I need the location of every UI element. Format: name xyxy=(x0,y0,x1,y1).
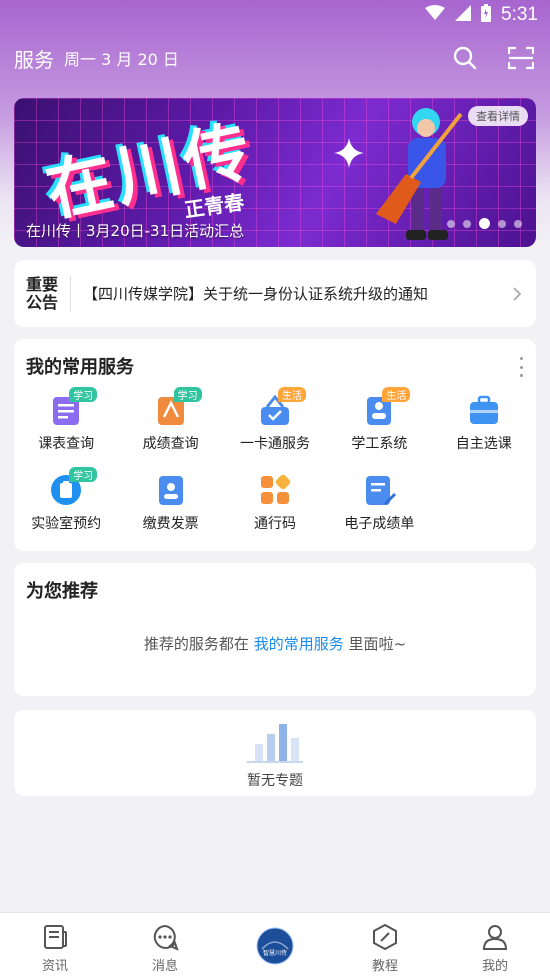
service-label: 电子成绩单 xyxy=(344,516,415,532)
announcement-text[interactable]: 【四川传媒学院】关于统一身份认证系统升级的通知 xyxy=(83,283,510,304)
sparkle-icon xyxy=(334,138,364,168)
category-badge: 学习 xyxy=(69,387,98,402)
tab-tutorial[interactable]: 教程 xyxy=(330,913,440,978)
signal-icon xyxy=(455,4,472,26)
service-label: 自主选课 xyxy=(455,436,512,452)
tab-news[interactable]: 资讯 xyxy=(0,913,110,978)
lab-booking-icon: 学习 xyxy=(49,467,98,507)
banner-caption: 在川传丨3月20日-31日活动汇总 xyxy=(26,222,245,240)
announcement-bar[interactable]: 重要 公告 【四川传媒学院】关于统一身份认证系统升级的通知 xyxy=(14,260,536,327)
category-badge: 学习 xyxy=(173,387,202,402)
service-item[interactable]: 缴费发票 xyxy=(118,467,222,547)
empty-topics-text: 暂无专题 xyxy=(247,773,303,789)
search-icon[interactable] xyxy=(450,43,480,73)
promo-banner[interactable]: 在川传 正青春 查看详情 在川传丨3月20日-31日活动汇总 xyxy=(14,98,536,247)
carousel-dot[interactable] xyxy=(447,219,455,228)
tab-label: 我的 xyxy=(481,959,508,974)
carousel-dot[interactable] xyxy=(479,218,490,229)
service-label: 实验室预约 xyxy=(31,516,102,532)
tab-profile[interactable]: 我的 xyxy=(440,913,550,978)
page-header: 服务 周一 3 月 20 日 xyxy=(14,36,536,80)
invoice-icon xyxy=(154,473,188,507)
tab-message[interactable]: 消息 xyxy=(110,913,220,978)
service-item[interactable]: 通行码 xyxy=(223,467,327,547)
course-select-icon xyxy=(467,393,501,427)
chevron-right-icon[interactable] xyxy=(510,286,524,301)
service-item[interactable]: 生活一卡通服务 xyxy=(223,387,327,467)
recommend-message-suffix: 里面啦~ xyxy=(348,635,407,653)
tab-label: 资讯 xyxy=(41,959,68,974)
announcement-tag-line1: 重要 xyxy=(26,274,59,294)
recommend-card: 为您推荐 推荐的服务都在 我的常用服务 里面啦~ xyxy=(14,563,536,696)
section-title: 我的常用服务 xyxy=(26,357,134,378)
category-badge: 生活 xyxy=(382,387,411,402)
announcement-tag-line2: 公告 xyxy=(26,292,59,312)
transcript-icon xyxy=(362,473,397,507)
app-logo-icon: 智慧川传 xyxy=(256,927,294,965)
service-item[interactable]: 自主选课 xyxy=(432,387,536,467)
service-label: 缴费发票 xyxy=(142,516,199,532)
frequent-services-card: 我的常用服务 学习 课表查询 学习 成绩查询 生活 一卡通服务 生活 学工系统 自主选课 学习 实验… xyxy=(14,339,536,551)
pass-code-icon xyxy=(258,473,292,507)
service-label: 通行码 xyxy=(253,516,296,532)
carousel-dot[interactable] xyxy=(514,219,522,228)
divider xyxy=(70,275,71,312)
app-logo-text: 智慧川传 xyxy=(263,949,287,957)
bottom-tab-bar: 资讯 消息 智慧川传教程 我的 xyxy=(0,912,550,978)
service-label: 课表查询 xyxy=(38,436,95,452)
scan-icon[interactable] xyxy=(506,43,536,73)
topics-card: 暂无专题 xyxy=(14,710,536,796)
tab-label: 教程 xyxy=(371,959,398,974)
battery-icon xyxy=(481,3,492,27)
recommend-message-prefix: 推荐的服务都在 xyxy=(143,635,249,653)
recommend-message: 推荐的服务都在 我的常用服务 里面啦~ xyxy=(14,633,536,654)
message-icon xyxy=(151,923,179,951)
grade-icon: 学习 xyxy=(154,387,202,427)
service-label: 一卡通服务 xyxy=(239,436,310,452)
date-label: 周一 3 月 20 日 xyxy=(64,50,179,69)
carousel-dot[interactable] xyxy=(498,219,506,228)
student-affairs-icon: 生活 xyxy=(362,387,411,427)
status-bar: 5:31 xyxy=(0,0,550,30)
services-grid: 学习 课表查询 学习 成绩查询 生活 一卡通服务 生活 学工系统 自主选课 学习 实验室预约 缴费发票… xyxy=(14,387,536,547)
empty-chart-icon xyxy=(247,724,303,763)
service-item[interactable]: 学习实验室预约 xyxy=(14,467,118,547)
category-badge: 学习 xyxy=(69,467,98,482)
profile-icon xyxy=(481,923,509,951)
wifi-icon xyxy=(425,4,446,26)
schedule-icon: 学习 xyxy=(49,387,98,427)
tab-app-logo[interactable]: 智慧川传 xyxy=(220,913,330,978)
tutorial-icon xyxy=(371,923,399,951)
service-item[interactable]: 学习成绩查询 xyxy=(118,387,222,467)
category-badge: 生活 xyxy=(277,387,306,402)
service-label: 成绩查询 xyxy=(142,436,199,452)
service-label: 学工系统 xyxy=(351,436,408,452)
service-item[interactable]: 电子成绩单 xyxy=(327,467,431,547)
section-title: 为您推荐 xyxy=(26,581,98,602)
announcement-tag: 重要 公告 xyxy=(26,274,60,312)
card-icon: 生活 xyxy=(258,387,306,427)
more-options-icon[interactable] xyxy=(518,357,524,377)
view-details-button[interactable]: 查看详情 xyxy=(468,106,528,126)
carousel-dot[interactable] xyxy=(463,219,471,228)
news-icon xyxy=(41,923,69,951)
page-title: 服务 xyxy=(14,47,54,72)
tab-label: 消息 xyxy=(151,959,178,974)
carousel-indicator xyxy=(447,218,522,229)
clock: 5:31 xyxy=(501,4,538,25)
service-item[interactable]: 生活学工系统 xyxy=(327,387,431,467)
frequent-services-link[interactable]: 我的常用服务 xyxy=(254,635,344,653)
service-item[interactable]: 学习课表查询 xyxy=(14,387,118,467)
